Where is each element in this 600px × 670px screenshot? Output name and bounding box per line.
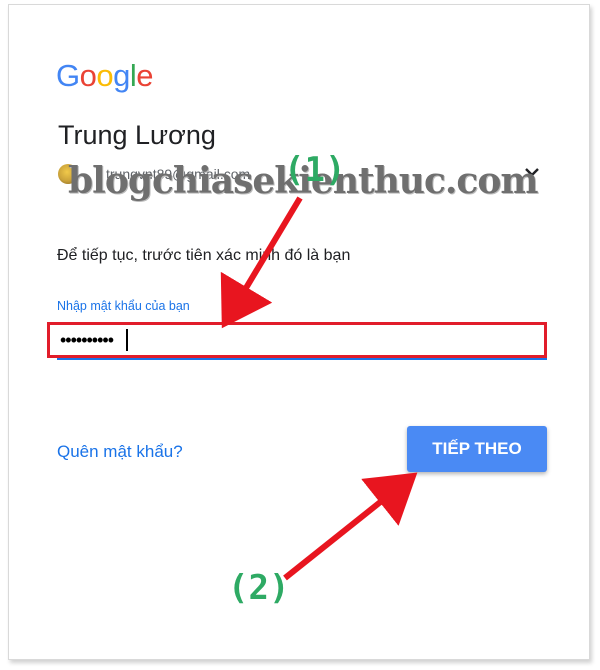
step1-label: (1) xyxy=(284,150,346,190)
arrow-step1 xyxy=(220,196,303,329)
arrow-step2 xyxy=(283,472,418,581)
annotation-arrows xyxy=(220,196,418,581)
step2-label: (2) xyxy=(228,568,290,608)
